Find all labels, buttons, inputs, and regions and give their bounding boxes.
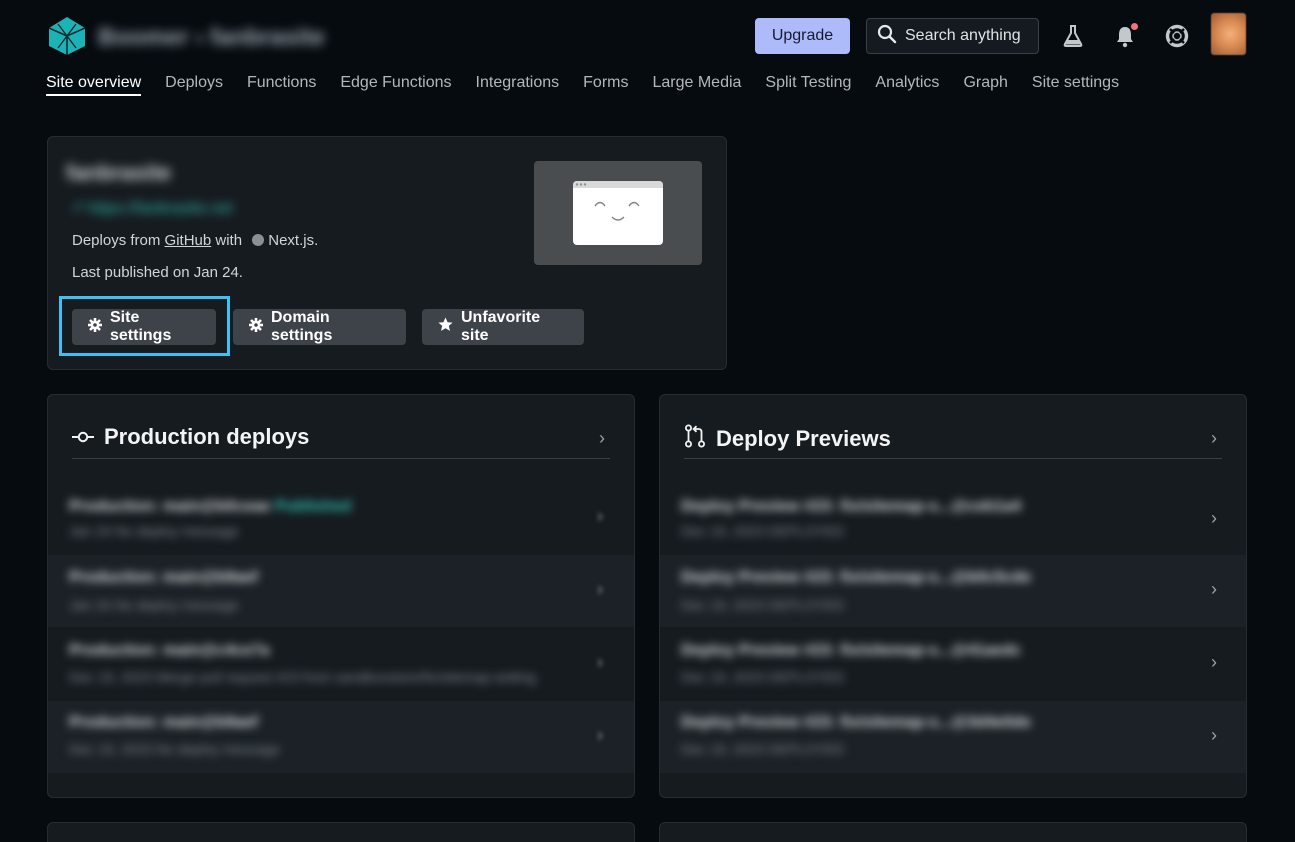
focus-highlight (59, 296, 230, 356)
deploy-preview-row[interactable]: Deploy Preview #23: fix/sitemap-s...@3d4… (660, 701, 1246, 773)
lower-card (47, 822, 635, 842)
chevron-right-icon[interactable]: › (599, 428, 605, 449)
github-link[interactable]: GitHub (165, 232, 212, 249)
nav-deploys[interactable]: Deploys (165, 74, 223, 96)
chevron-right-icon: › (597, 652, 603, 672)
nav-large-media[interactable]: Large Media (652, 74, 741, 96)
production-deploy-row[interactable]: Production: main@b9aef Jan 24 No deploy … (48, 555, 634, 627)
chevron-right-icon: › (1211, 725, 1217, 745)
deploy-previews-title[interactable]: Deploy Previews (684, 424, 891, 454)
chevron-right-icon: › (1211, 652, 1217, 672)
nav-site-overview[interactable]: Site overview (46, 74, 142, 96)
nav-edge-functions[interactable]: Edge Functions (340, 74, 451, 96)
search-button[interactable]: Search anything (866, 18, 1039, 54)
production-deploy-row[interactable]: Production: main@b9aef Dec 19, 2023 No d… (48, 701, 634, 773)
avatar[interactable] (1211, 13, 1246, 55)
nav-split-testing[interactable]: Split Testing (765, 74, 851, 96)
deploy-source-text: Deploys from GitHub with Next.js. (72, 232, 319, 249)
nav-forms[interactable]: Forms (583, 74, 628, 96)
chevron-right-icon: › (597, 579, 603, 599)
site-nav: Site overview Deploys Functions Edge Fun… (46, 74, 1119, 96)
notification-dot (1131, 23, 1138, 30)
nav-site-settings[interactable]: Site settings (1032, 74, 1119, 96)
star-icon (438, 317, 453, 337)
divider (684, 458, 1222, 459)
deploy-preview-row[interactable]: Deploy Preview #23: fix/sitemap-s...@41a… (660, 628, 1246, 700)
unfavorite-site-button[interactable]: Unfavorite site (422, 309, 584, 345)
deploy-preview-row[interactable]: Deploy Preview #23: fix/sitemap-s...@b0c… (660, 555, 1246, 627)
domain-settings-button[interactable]: Domain settings (233, 309, 406, 345)
site-url-link[interactable]: ↗ https://fanbrasite.net (70, 198, 233, 218)
chevron-right-icon: › (597, 506, 603, 526)
published-badge: Published (274, 498, 352, 515)
upgrade-button[interactable]: Upgrade (755, 18, 850, 54)
nav-analytics[interactable]: Analytics (875, 74, 939, 96)
deploy-preview-row[interactable]: Deploy Preview #23: fix/sitemap-s...@ceb… (660, 482, 1246, 554)
production-deploys-title[interactable]: Production deploys (72, 424, 309, 450)
gear-icon (249, 317, 263, 337)
nav-graph[interactable]: Graph (963, 74, 1007, 96)
pull-request-icon (684, 424, 706, 454)
chevron-right-icon: › (597, 725, 603, 745)
team-site-breadcrumb[interactable]: Boomer › fanbrasite (98, 24, 325, 52)
chevron-right-icon[interactable]: › (1211, 428, 1217, 449)
flask-icon[interactable] (1059, 22, 1087, 50)
production-deploy-row[interactable]: Production: main@c4ce7a Dec 19, 2023 Mer… (48, 628, 634, 700)
nav-functions[interactable]: Functions (247, 74, 316, 96)
divider (72, 458, 610, 459)
chevron-right-icon: › (1211, 579, 1217, 599)
help-lifebuoy-icon[interactable] (1163, 22, 1191, 50)
bell-icon[interactable] (1111, 22, 1139, 50)
production-deploy-row[interactable]: Production: main@b0ceae Published Jan 24… (48, 482, 634, 554)
search-icon (877, 24, 897, 49)
nextjs-icon (252, 234, 265, 246)
chevron-right-icon: › (1211, 508, 1217, 528)
placeholder-browser-illustration (573, 181, 663, 245)
lower-card (659, 822, 1247, 842)
search-label: Search anything (905, 27, 1021, 44)
nav-integrations[interactable]: Integrations (476, 74, 560, 96)
site-name: fanbrasite (66, 160, 172, 185)
framework-label: Next.js. (268, 232, 319, 249)
last-published-text: Last published on Jan 24. (72, 264, 243, 281)
netlify-logo[interactable] (46, 16, 88, 56)
git-commit-icon (72, 424, 94, 450)
